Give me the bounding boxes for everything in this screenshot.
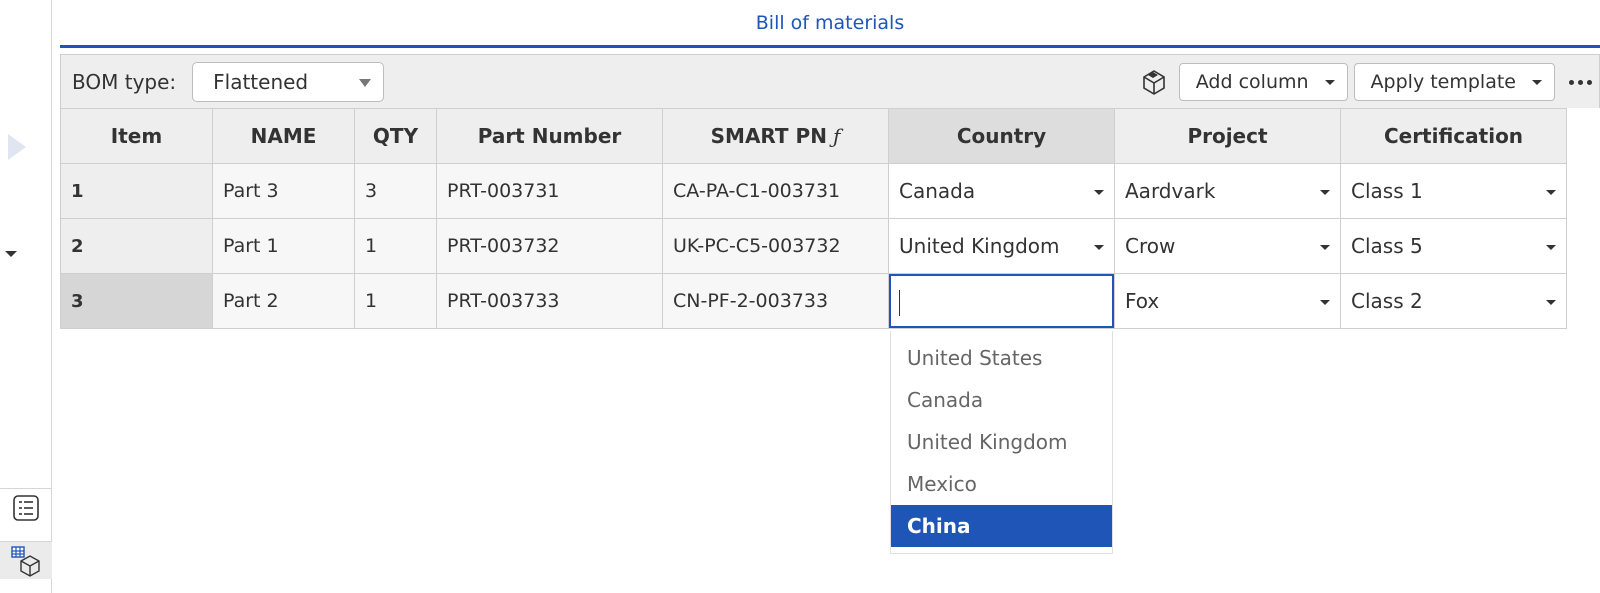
project-value: Fox bbox=[1125, 289, 1160, 313]
qty-cell[interactable]: 3 bbox=[354, 163, 437, 219]
bom-table-icon bbox=[11, 545, 40, 577]
column-header-certification[interactable]: Certification bbox=[1340, 108, 1567, 164]
country-cell[interactable]: United Kingdom bbox=[888, 218, 1115, 274]
certification-value: Class 5 bbox=[1351, 234, 1423, 258]
table-row: 1 Part 3 3 PRT-003731 CA-PA-C1-003731 Ca… bbox=[60, 163, 1567, 219]
certification-value: Class 2 bbox=[1351, 289, 1423, 313]
project-cell[interactable]: Crow bbox=[1114, 218, 1341, 274]
bom-type-label: BOM type: bbox=[72, 69, 177, 94]
add-column-button[interactable]: Add column bbox=[1178, 63, 1348, 101]
caret-down-icon bbox=[1094, 190, 1104, 195]
certification-cell[interactable]: Class 2 bbox=[1340, 273, 1567, 329]
caret-down-icon bbox=[1546, 245, 1556, 250]
more-dot-icon bbox=[1586, 79, 1592, 85]
part-cube-icon bbox=[1142, 70, 1165, 95]
more-dot-icon bbox=[1568, 79, 1574, 85]
caret-down-icon bbox=[1324, 79, 1335, 85]
caret-down-icon bbox=[1320, 245, 1330, 250]
smart-pn-header-label: SMART PN bbox=[710, 124, 827, 148]
text-cursor bbox=[899, 290, 900, 316]
country-value: United Kingdom bbox=[899, 234, 1060, 258]
caret-down-icon bbox=[1546, 300, 1556, 305]
column-header-item[interactable]: Item bbox=[60, 108, 213, 164]
column-header-qty[interactable]: QTY bbox=[354, 108, 437, 164]
smart-pn-cell[interactable]: CA-PA-C1-003731 bbox=[662, 163, 889, 219]
table-header-row: Item NAME QTY Part Number SMART PN ƒ Coun… bbox=[60, 108, 1567, 164]
country-input[interactable] bbox=[889, 274, 1114, 328]
bom-table: Item NAME QTY Part Number SMART PN ƒ Coun… bbox=[60, 108, 1567, 329]
country-option-china[interactable]: China bbox=[891, 505, 1112, 547]
part-number-cell[interactable]: PRT-003731 bbox=[436, 163, 663, 219]
country-option-united-kingdom[interactable]: United Kingdom bbox=[891, 421, 1112, 463]
caret-down-icon[interactable] bbox=[5, 251, 17, 257]
add-column-label: Add column bbox=[1195, 71, 1309, 93]
expand-panel-arrow-icon[interactable] bbox=[8, 134, 26, 160]
column-header-part-number[interactable]: Part Number bbox=[436, 108, 663, 164]
country-option-canada[interactable]: Canada bbox=[891, 379, 1112, 421]
country-value: Canada bbox=[899, 179, 976, 203]
rail-bottom-tools bbox=[0, 488, 52, 593]
name-cell[interactable]: Part 2 bbox=[212, 273, 355, 329]
panel-title: Bill of materials bbox=[755, 11, 905, 34]
more-options-button[interactable] bbox=[1561, 79, 1599, 85]
bom-panel: Bill of materials BOM type: Flattened Ad… bbox=[60, 0, 1600, 593]
column-header-smart-pn[interactable]: SMART PN ƒ bbox=[662, 108, 889, 164]
dropdown-triangle-icon bbox=[359, 78, 372, 87]
smart-pn-cell[interactable]: CN-PF-2-003733 bbox=[662, 273, 889, 329]
country-cell[interactable]: Canada bbox=[888, 163, 1115, 219]
smart-pn-cell[interactable]: UK-PC-C5-003732 bbox=[662, 218, 889, 274]
name-cell[interactable]: Part 1 bbox=[212, 218, 355, 274]
bom-view-button[interactable] bbox=[0, 541, 52, 579]
apply-template-label: Apply template bbox=[1370, 71, 1516, 93]
caret-down-icon bbox=[1546, 190, 1556, 195]
toolbar-actions: Add column Apply template bbox=[1137, 55, 1599, 109]
project-value: Crow bbox=[1125, 234, 1176, 258]
more-dot-icon bbox=[1577, 79, 1583, 85]
left-rail bbox=[0, 0, 52, 593]
bom-type-value: Flattened bbox=[213, 69, 309, 94]
part-number-cell[interactable]: PRT-003733 bbox=[436, 273, 663, 329]
certification-value: Class 1 bbox=[1351, 179, 1423, 203]
column-header-country[interactable]: Country bbox=[888, 108, 1115, 164]
list-view-button[interactable] bbox=[0, 489, 52, 527]
project-cell[interactable]: Fox bbox=[1114, 273, 1341, 329]
item-cell[interactable]: 2 bbox=[60, 218, 213, 274]
item-cell[interactable]: 3 bbox=[60, 273, 213, 329]
caret-down-icon bbox=[1532, 79, 1542, 85]
column-header-name[interactable]: NAME bbox=[212, 108, 355, 164]
name-cell[interactable]: Part 3 bbox=[212, 163, 355, 219]
panel-header: Bill of materials bbox=[60, 0, 1600, 48]
country-dropdown-list: United States Canada United Kingdom Mexi… bbox=[890, 331, 1113, 554]
column-header-project[interactable]: Project bbox=[1114, 108, 1341, 164]
caret-down-icon bbox=[1320, 190, 1330, 195]
part-number-cell[interactable]: PRT-003732 bbox=[436, 218, 663, 274]
item-cell[interactable]: 1 bbox=[60, 163, 213, 219]
caret-down-icon bbox=[1320, 300, 1330, 305]
project-value: Aardvark bbox=[1125, 179, 1216, 203]
country-cell-editing[interactable] bbox=[888, 273, 1115, 329]
list-icon bbox=[13, 495, 39, 521]
insert-part-button[interactable] bbox=[1137, 65, 1171, 99]
table-row: 2 Part 1 1 PRT-003732 UK-PC-C5-003732 Un… bbox=[60, 218, 1567, 274]
formula-icon: ƒ bbox=[832, 124, 841, 148]
apply-template-button[interactable]: Apply template bbox=[1353, 63, 1555, 101]
caret-down-icon bbox=[1094, 245, 1104, 250]
table-row: 3 Part 2 1 PRT-003733 CN-PF-2-003733 Fox… bbox=[60, 273, 1567, 329]
bom-toolbar: BOM type: Flattened Add column Apply tem… bbox=[60, 54, 1600, 108]
bom-type-select[interactable]: Flattened bbox=[192, 61, 385, 102]
certification-cell[interactable]: Class 1 bbox=[1340, 163, 1567, 219]
qty-cell[interactable]: 1 bbox=[354, 273, 437, 329]
qty-cell[interactable]: 1 bbox=[354, 218, 437, 274]
certification-cell[interactable]: Class 5 bbox=[1340, 218, 1567, 274]
country-option-mexico[interactable]: Mexico bbox=[891, 463, 1112, 505]
project-cell[interactable]: Aardvark bbox=[1114, 163, 1341, 219]
country-option-united-states[interactable]: United States bbox=[891, 337, 1112, 379]
